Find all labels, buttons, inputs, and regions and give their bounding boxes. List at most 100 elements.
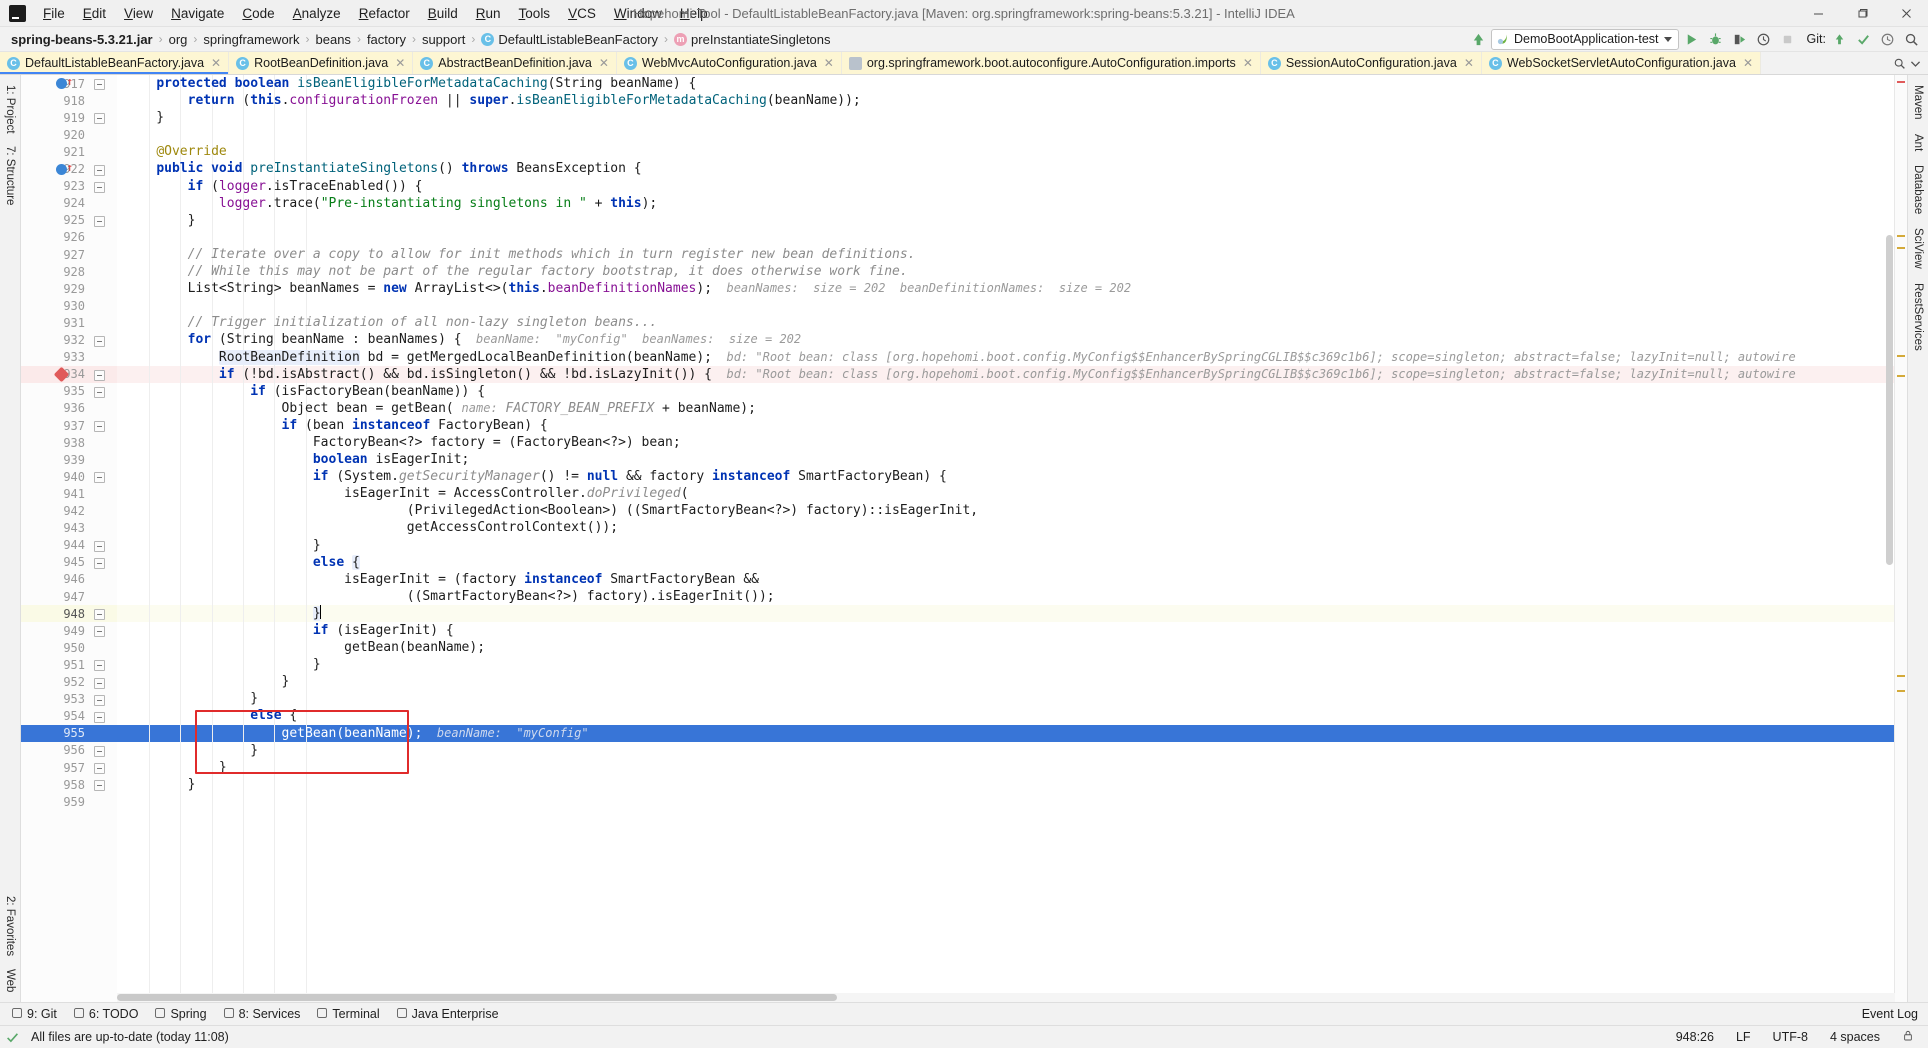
code-line-940[interactable]: if (System.getSecurityManager() != null … (117, 468, 1796, 485)
code-line-923[interactable]: if (logger.isTraceEnabled()) { (117, 178, 1796, 195)
gutter-line-940[interactable]: 940 (21, 468, 117, 485)
code-line-945[interactable]: else { (117, 554, 1796, 571)
gutter-line-931[interactable]: 931 (21, 314, 117, 331)
code-line-949[interactable]: if (isEagerInit) { (117, 622, 1796, 639)
tool-maven[interactable]: Maven (1911, 79, 1925, 126)
gutter-line-952[interactable]: 952 (21, 674, 117, 691)
gutter-line-938[interactable]: 938 (21, 434, 117, 451)
code-line-931[interactable]: // Trigger initialization of all non-laz… (117, 314, 1796, 331)
code-folding-toggle[interactable] (94, 215, 105, 227)
indent-setting[interactable]: 4 spaces (1826, 1028, 1884, 1046)
gutter-line-959[interactable]: 959 (21, 793, 117, 810)
code-line-924[interactable]: logger.trace("Pre-instantiating singleto… (117, 195, 1796, 212)
gutter-line-942[interactable]: 942 (21, 503, 117, 520)
tool-restservices[interactable]: RestServices (1911, 277, 1925, 357)
code-folding-toggle[interactable] (94, 711, 105, 723)
code-line-933[interactable]: RootBeanDefinition bd = getMergedLocalBe… (117, 349, 1796, 366)
code-folding-toggle[interactable] (94, 626, 105, 638)
close-tab-icon[interactable]: ✕ (599, 56, 609, 70)
tool-project[interactable]: 1: Project (3, 79, 17, 140)
gutter-line-946[interactable]: 946 (21, 571, 117, 588)
code-folding-toggle[interactable] (94, 540, 105, 552)
code-folding-toggle[interactable] (94, 557, 105, 569)
code-line-938[interactable]: FactoryBean<?> factory = (FactoryBean<?>… (117, 434, 1796, 451)
code-folding-toggle[interactable] (94, 79, 105, 90)
code-line-925[interactable]: } (117, 212, 1796, 229)
debug-icon[interactable] (1705, 29, 1727, 49)
code-line-929[interactable]: List<String> beanNames = new ArrayList<>… (117, 280, 1796, 297)
code-line-955[interactable]: getBean(beanName); beanName: "myConfig" (117, 725, 1796, 742)
gutter-line-925[interactable]: 925 (21, 212, 117, 229)
tool-sciview[interactable]: SciView (1911, 222, 1925, 275)
search-icon[interactable] (1893, 57, 1906, 70)
code-line-927[interactable]: // Iterate over a copy to allow for init… (117, 246, 1796, 263)
gutter-line-920[interactable]: 920 (21, 126, 117, 143)
breadcrumb-item-6[interactable]: C DefaultListableBeanFactory (478, 31, 661, 48)
code-line-935[interactable]: if (isFactoryBean(beanName)) { (117, 383, 1796, 400)
gutter-line-935[interactable]: 935 (21, 383, 117, 400)
code-line-950[interactable]: getBean(beanName); (117, 639, 1796, 656)
breadcrumb-item-4[interactable]: factory (364, 31, 409, 48)
code-line-944[interactable]: } (117, 537, 1796, 554)
gutter-line-930[interactable]: 930 (21, 297, 117, 314)
gutter-line-934[interactable]: 934 (21, 366, 117, 383)
gutter-line-917[interactable]: 917 ↑ (21, 75, 117, 92)
gutter-line-948[interactable]: 948 (21, 605, 117, 622)
gutter-line-932[interactable]: 932 (21, 332, 117, 349)
gutter-line-919[interactable]: 919 (21, 109, 117, 126)
gutter-line-957[interactable]: 957 (21, 759, 117, 776)
run-icon[interactable] (1681, 29, 1703, 49)
tool-git[interactable]: 9: Git (4, 1005, 64, 1024)
close-tab-icon[interactable]: ✕ (824, 56, 834, 70)
code-line-921[interactable]: @Override (117, 143, 1796, 160)
close-tab-icon[interactable]: ✕ (395, 56, 405, 70)
gutter-line-950[interactable]: 950 (21, 639, 117, 656)
code-line-958[interactable]: } (117, 776, 1796, 793)
code-line-953[interactable]: } (117, 690, 1796, 707)
breadcrumb-item-5[interactable]: support (419, 31, 468, 48)
chevron-down-icon[interactable] (1909, 57, 1922, 70)
menu-analyze[interactable]: Analyze (284, 3, 350, 24)
gutter-line-949[interactable]: 949 (21, 622, 117, 639)
menu-tools[interactable]: Tools (510, 3, 560, 24)
gutter-line-956[interactable]: 956 (21, 742, 117, 759)
tool-todo[interactable]: 6: TODO (66, 1005, 146, 1024)
code-folding-toggle[interactable] (94, 369, 105, 381)
tool-favorites[interactable]: 2: Favorites (3, 890, 17, 962)
caret-position[interactable]: 948:26 (1672, 1028, 1718, 1046)
update-project-icon[interactable] (1467, 29, 1489, 49)
editor-tab-4[interactable]: org.springframework.boot.autoconfigure.A… (841, 52, 1261, 74)
stop-icon[interactable] (1777, 29, 1799, 49)
code-line-948[interactable]: } (117, 604, 1796, 622)
code-folding-toggle[interactable] (94, 164, 105, 176)
close-tab-icon[interactable]: ✕ (211, 56, 221, 70)
code-line-942[interactable]: (PrivilegedAction<Boolean>) ((SmartFacto… (117, 502, 1796, 519)
code-line-939[interactable]: boolean isEagerInit; (117, 451, 1796, 468)
gutter-line-936[interactable]: 936 (21, 400, 117, 417)
close-button[interactable] (1884, 0, 1928, 26)
code-folding-toggle[interactable] (94, 386, 105, 398)
error-marker-strip[interactable] (1894, 75, 1907, 1002)
gutter-line-941[interactable]: 941 (21, 485, 117, 502)
menu-build[interactable]: Build (419, 3, 467, 24)
code-line-959[interactable] (117, 793, 1796, 810)
gutter-line-937[interactable]: 937 (21, 417, 117, 434)
editor-vertical-scrollbar[interactable] (1886, 235, 1893, 565)
search-everywhere-icon[interactable] (1900, 29, 1922, 49)
code-line-937[interactable]: if (bean instanceof FactoryBean) { (117, 417, 1796, 434)
breadcrumb-item-2[interactable]: springframework (200, 31, 302, 48)
editor-tab-0[interactable]: C DefaultListableBeanFactory.java ✕ (0, 52, 230, 74)
gutter-line-924[interactable]: 924 (21, 195, 117, 212)
editor-tab-1[interactable]: C RootBeanDefinition.java ✕ (229, 52, 414, 74)
breadcrumb-item-7[interactable]: m preInstantiateSingletons (671, 31, 833, 48)
close-tab-icon[interactable]: ✕ (1464, 56, 1474, 70)
code-line-954[interactable]: else { (117, 707, 1796, 724)
code-line-952[interactable]: } (117, 673, 1796, 690)
code-line-943[interactable]: getAccessControlContext()); (117, 519, 1796, 536)
code-editor[interactable]: 917 ↑ 918 919 920 921 922 ↑ 923 924 925 926 927 928 92… (21, 75, 1907, 1002)
tool-terminal[interactable]: Terminal (309, 1005, 386, 1024)
event-log-button[interactable]: Event Log (1862, 1007, 1918, 1021)
gutter-line-921[interactable]: 921 (21, 143, 117, 160)
menu-run[interactable]: Run (467, 3, 510, 24)
editor-tab-6[interactable]: C WebSocketServletAutoConfiguration.java ✕ (1481, 52, 1762, 74)
